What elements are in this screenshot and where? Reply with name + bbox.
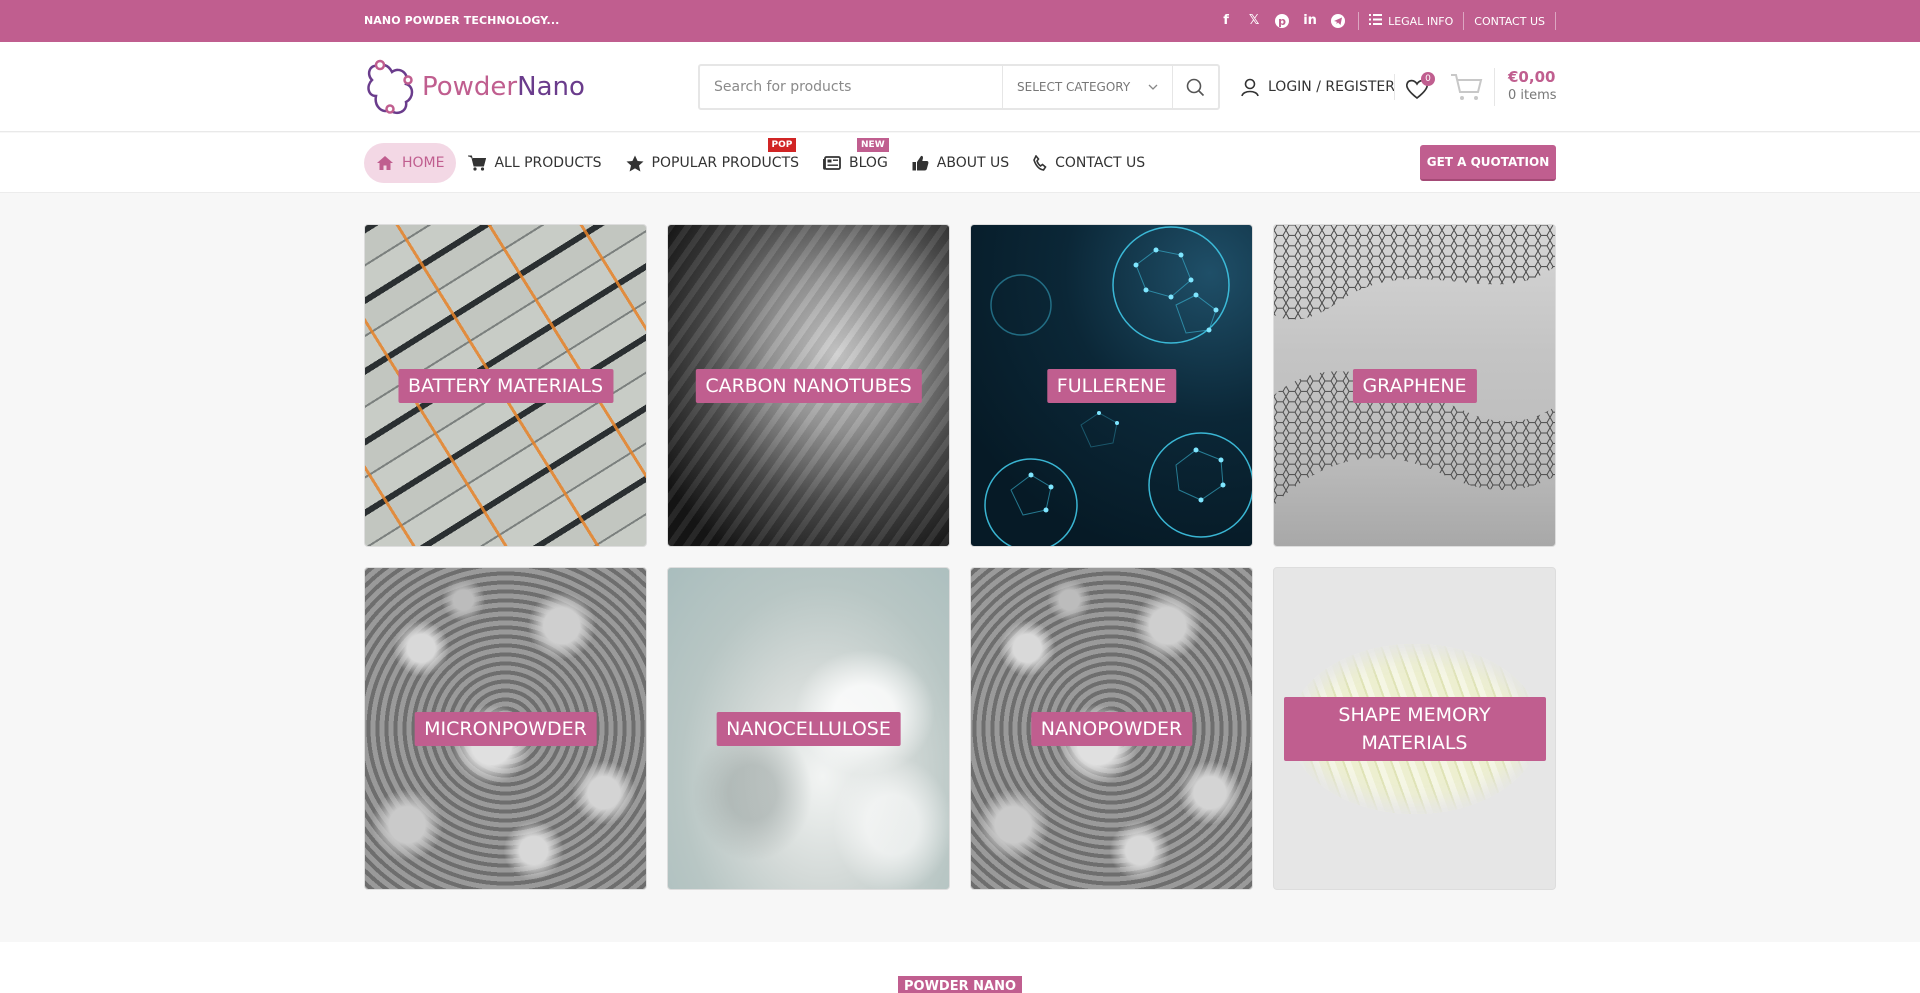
category-label: GRAPHENE	[1352, 368, 1477, 403]
nav-item-label: ALL PRODUCTS	[494, 155, 602, 171]
new-badge: NEW	[857, 138, 889, 152]
wishlist-button[interactable]: 0	[1404, 72, 1435, 102]
logo-text-part1: Powder	[422, 72, 518, 102]
pop-badge: POP	[767, 138, 797, 152]
telegram-icon[interactable]	[1330, 13, 1346, 29]
logo-text: PowderNano	[422, 72, 585, 102]
logo-text-part2: Nano	[517, 72, 585, 102]
home-icon	[377, 156, 393, 170]
cart-items-count: 0 items	[1508, 88, 1557, 103]
category-label: CARBON NANOTUBES	[695, 368, 922, 403]
get-quotation-button[interactable]: GET A QUOTATION	[1420, 145, 1556, 181]
facebook-icon[interactable]: f	[1218, 13, 1234, 29]
category-tile-graphene[interactable]: GRAPHENE	[1273, 224, 1556, 547]
top-contact-label: CONTACT US	[1474, 14, 1545, 28]
pinterest-icon[interactable]: p	[1274, 13, 1290, 29]
social-links: f 𝕏 p in	[1218, 13, 1358, 29]
search-icon	[1186, 78, 1205, 96]
nav-item-blog[interactable]: BLOG NEW	[811, 138, 900, 183]
divider	[1555, 12, 1556, 30]
login-register-label: LOGIN / REGISTER	[1268, 79, 1395, 95]
login-register-link[interactable]: LOGIN / REGISTER	[1240, 74, 1395, 100]
category-tile-carbon-nanotubes[interactable]: CARBON NANOTUBES	[667, 224, 950, 547]
phone-icon	[1033, 155, 1047, 171]
top-bar: NANO POWDER TECHNOLOGY... f 𝕏 p in LEGAL…	[0, 0, 1920, 42]
nav-item-home[interactable]: HOME	[364, 143, 457, 183]
site-logo[interactable]: PowderNano	[364, 56, 585, 118]
top-bar-tagline: NANO POWDER TECHNOLOGY...	[364, 14, 560, 27]
nav-item-label: BLOG	[849, 155, 888, 171]
cart-button[interactable]	[1450, 70, 1486, 104]
section-badge: POWDER NANO	[898, 976, 1022, 993]
nav-item-label: CONTACT US	[1055, 155, 1146, 171]
top-contact-link[interactable]: CONTACT US	[1464, 15, 1555, 28]
search-button[interactable]	[1172, 66, 1218, 108]
chevron-down-icon	[1148, 84, 1158, 90]
category-label: SHAPE MEMORY MATERIALS	[1283, 696, 1546, 761]
search-form: SELECT CATEGORY	[698, 64, 1220, 110]
category-tile-battery-materials[interactable]: BATTERY MATERIALS	[364, 224, 647, 547]
nav-item-contact-us[interactable]: CONTACT US	[1021, 143, 1157, 183]
category-tile-micronpowder[interactable]: MICRONPOWDER	[364, 567, 647, 890]
nav-item-popular-products[interactable]: POPULAR PRODUCTS POP	[614, 138, 811, 183]
x-icon[interactable]: 𝕏	[1246, 13, 1262, 29]
nav-item-about-us[interactable]: ABOUT US	[900, 143, 1021, 183]
newspaper-icon	[823, 156, 841, 170]
category-label: NANOPOWDER	[1030, 711, 1193, 746]
logo-mark-icon	[367, 59, 414, 114]
cart-summary[interactable]: €0,00 0 items	[1508, 68, 1557, 103]
nav-menu: HOME ALL PRODUCTS POPULAR PRODUCTS POP B…	[364, 138, 1157, 183]
category-tile-nanopowder[interactable]: NANOPOWDER	[970, 567, 1253, 890]
lower-section: POWDER NANO	[0, 942, 1920, 993]
category-label: FULLERENE	[1046, 368, 1177, 403]
category-label: MICRONPOWDER	[414, 711, 597, 746]
cart-amount: €0,00	[1508, 68, 1556, 86]
nav-item-all-products[interactable]: ALL PRODUCTS	[456, 143, 613, 183]
nav-item-label: HOME	[402, 155, 445, 171]
site-header: PowderNano SELECT CATEGORY LOGIN / REGIS…	[0, 42, 1920, 132]
category-select[interactable]: SELECT CATEGORY	[1002, 66, 1172, 108]
nav-item-label: ABOUT US	[936, 155, 1010, 171]
search-input[interactable]	[700, 66, 1002, 108]
cart-icon	[468, 155, 487, 171]
legal-info-link[interactable]: LEGAL INFO	[1359, 14, 1463, 28]
nav-item-label: POPULAR PRODUCTS	[651, 155, 800, 171]
category-label: BATTERY MATERIALS	[397, 368, 614, 403]
divider	[1494, 68, 1495, 106]
wishlist-count-badge: 0	[1421, 72, 1435, 86]
category-label: NANOCELLULOSE	[716, 711, 901, 746]
user-icon	[1241, 78, 1259, 97]
thumbs-up-icon	[912, 155, 929, 171]
cart-icon	[1451, 74, 1483, 100]
star-icon	[626, 155, 644, 171]
legal-info-label: LEGAL INFO	[1388, 14, 1454, 28]
svg-text:p: p	[1278, 15, 1286, 28]
category-select-label: SELECT CATEGORY	[1017, 80, 1131, 94]
category-tile-nanocellulose[interactable]: NANOCELLULOSE	[667, 567, 950, 890]
linkedin-icon[interactable]: in	[1302, 13, 1318, 29]
list-icon	[1369, 14, 1383, 28]
divider	[1394, 74, 1395, 100]
main-navigation: HOME ALL PRODUCTS POPULAR PRODUCTS POP B…	[0, 133, 1920, 193]
category-tile-shape-memory-materials[interactable]: SHAPE MEMORY MATERIALS	[1273, 567, 1556, 890]
top-bar-right: f 𝕏 p in LEGAL INFO CONTACT US	[1218, 0, 1556, 42]
category-tile-fullerene[interactable]: FULLERENE	[970, 224, 1253, 547]
